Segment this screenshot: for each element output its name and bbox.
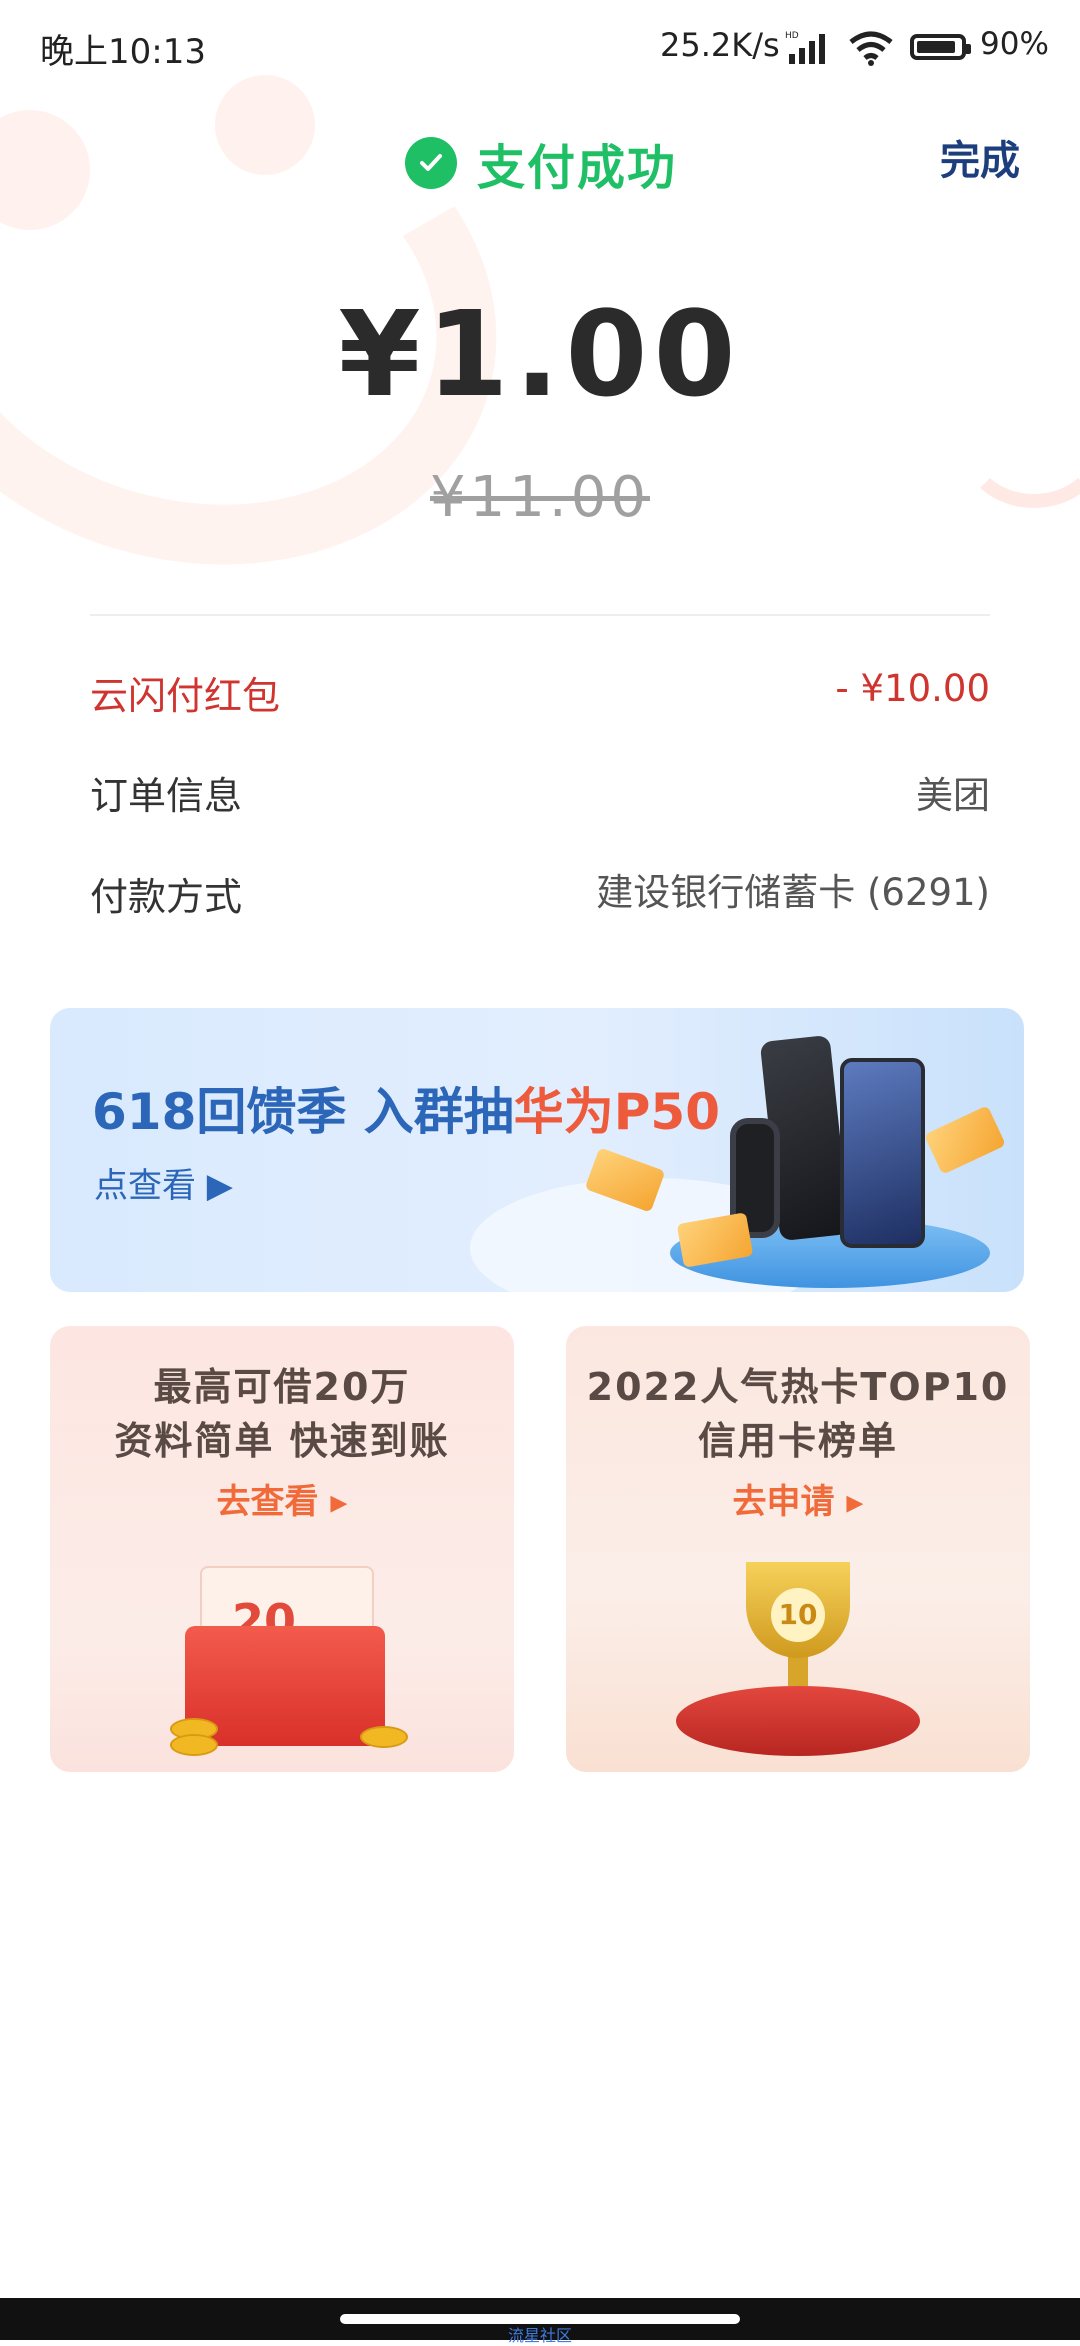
battery-level: 90% (980, 26, 1049, 62)
banner-view-link[interactable]: 点查看 ▶ (94, 1158, 233, 1207)
paid-amount: ¥1.00 (338, 285, 742, 423)
svg-text:HD: HD (785, 31, 799, 41)
trophy-rank-badge: 10 (771, 1588, 825, 1642)
card-apply-link[interactable]: 去申请 ▸ (566, 1474, 1030, 1523)
original-amount: ¥11.00 (430, 465, 650, 530)
coin-icon (170, 1734, 218, 1756)
loan-card[interactable]: 最高可借20万 资料简单 快速到账 去查看 ▸ 20 (50, 1326, 514, 1772)
wifi-icon (849, 31, 893, 66)
trophy-stem-illustration (788, 1656, 808, 1686)
coin-icon (360, 1726, 408, 1748)
trophy-stage-illustration (676, 1686, 920, 1756)
banner-title: 618回馈季 入群抽华为P50 (92, 1072, 720, 1144)
discount-value: - ¥10.00 (835, 667, 990, 710)
payment-method-value: 建设银行储蓄卡 (6291) (596, 871, 990, 914)
phone-illustration (840, 1058, 925, 1248)
card-title-line2: 资料简单 快速到账 (114, 1419, 450, 1463)
card-title-line2: 信用卡榜单 (697, 1419, 898, 1463)
payment-success-header: 支付成功 (405, 130, 677, 196)
status-time: 晚上10:13 (40, 32, 206, 72)
done-button[interactable]: 完成 (940, 128, 1020, 186)
divider (90, 614, 990, 616)
promo-banner[interactable]: 618回馈季 入群抽华为P50 点查看 ▶ (50, 1008, 1024, 1292)
signal-icon: HD (785, 31, 825, 64)
card-view-link[interactable]: 去查看 ▸ (50, 1474, 514, 1523)
watermark: 流星社区 (507, 2326, 572, 2345)
card-title-line1: 最高可借20万 (153, 1365, 411, 1409)
banner-title-highlight: 华为P50 (513, 1083, 721, 1141)
discount-label: 云闪付红包 (90, 674, 281, 718)
background-circle-decoration (215, 75, 315, 175)
order-info-value: 美团 (916, 774, 990, 817)
banner-title-text: 618回馈季 入群抽 (92, 1083, 514, 1141)
payment-method-label: 付款方式 (90, 875, 243, 919)
coupon-illustration (923, 1105, 1007, 1175)
page-title: 支付成功 (477, 140, 678, 196)
credit-card-ranking-card[interactable]: 2022人气热卡TOP10 信用卡榜单 去申请 ▸ 10 (566, 1326, 1030, 1772)
order-info-label: 订单信息 (90, 774, 243, 818)
check-circle-icon (405, 137, 457, 189)
battery-icon (910, 34, 971, 60)
card-title-line1: 2022人气热卡TOP10 (586, 1365, 1010, 1409)
network-speed: 25.2K/s (660, 26, 780, 64)
